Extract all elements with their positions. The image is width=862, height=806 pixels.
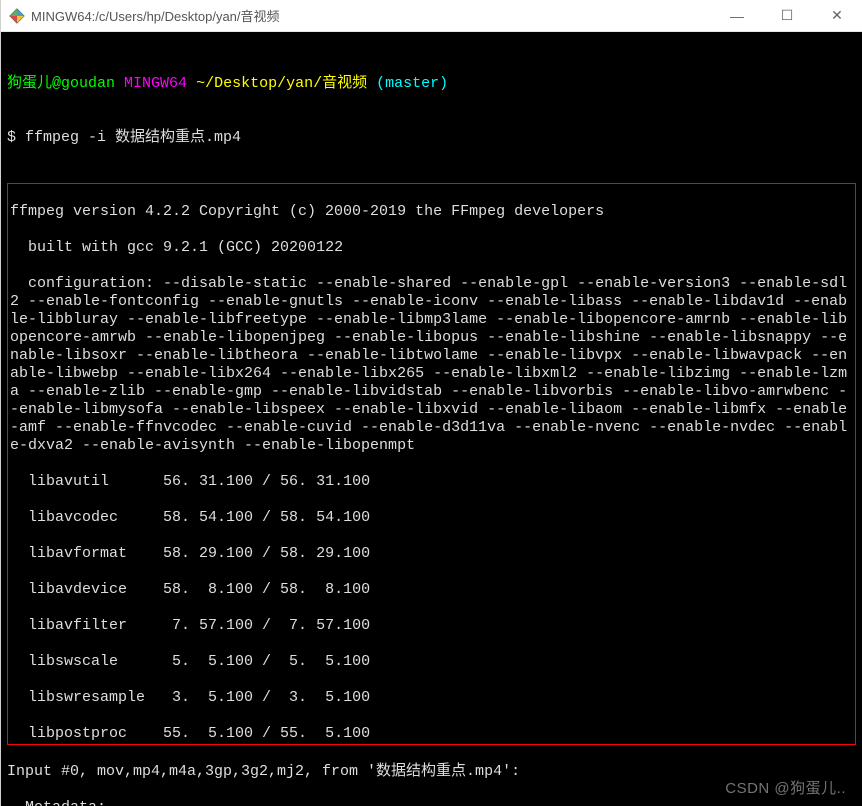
titlebar[interactable]: MINGW64:/c/Users/hp/Desktop/yan/音视频 — ☐ … [1,0,862,32]
lib-line: libavdevice 58. 8.100 / 58. 8.100 [10,581,853,599]
prompt-env: MINGW64 [124,75,187,92]
lib-line: libswresample 3. 5.100 / 3. 5.100 [10,689,853,707]
app-icon [9,8,25,24]
watermark: CSDN @狗蛋儿.. [725,780,846,798]
command-line: $ ffmpeg -i 数据结构重点.mp4 [7,129,856,147]
lib-line: libavfilter 7. 57.100 / 7. 57.100 [10,617,853,635]
prompt-line: 狗蛋儿@goudan MINGW64 ~/Desktop/yan/音视频 (ma… [7,75,856,93]
window-controls: — ☐ ✕ [712,0,862,32]
app-window: MINGW64:/c/Users/hp/Desktop/yan/音视频 — ☐ … [0,0,862,806]
terminal-area[interactable]: 狗蛋儿@goudan MINGW64 ~/Desktop/yan/音视频 (ma… [1,32,862,806]
ffmpeg-version: ffmpeg version 4.2.2 Copyright (c) 2000-… [10,203,853,221]
ffmpeg-built: built with gcc 9.2.1 (GCC) 20200122 [10,239,853,257]
lib-line: libavutil 56. 31.100 / 56. 31.100 [10,473,853,491]
maximize-button[interactable]: ☐ [762,0,812,32]
prompt-user: 狗蛋儿@goudan [7,75,115,92]
prompt-path: ~/Desktop/yan/音视频 [196,75,367,92]
window-title: MINGW64:/c/Users/hp/Desktop/yan/音视频 [31,6,280,25]
metadata-header: Metadata: [7,799,856,806]
ffmpeg-info-box: ffmpeg version 4.2.2 Copyright (c) 2000-… [7,183,856,745]
ffmpeg-config: configuration: --disable-static --enable… [10,275,853,455]
prompt-branch: (master) [376,75,448,92]
lib-line: libswscale 5. 5.100 / 5. 5.100 [10,653,853,671]
lib-line: libpostproc 55. 5.100 / 55. 5.100 [10,725,853,743]
lib-line: libavcodec 58. 54.100 / 58. 54.100 [10,509,853,527]
lib-line: libavformat 58. 29.100 / 58. 29.100 [10,545,853,563]
input-line: Input #0, mov,mp4,m4a,3gp,3g2,mj2, from … [7,763,856,781]
minimize-button[interactable]: — [712,0,762,32]
close-button[interactable]: ✕ [812,0,862,32]
